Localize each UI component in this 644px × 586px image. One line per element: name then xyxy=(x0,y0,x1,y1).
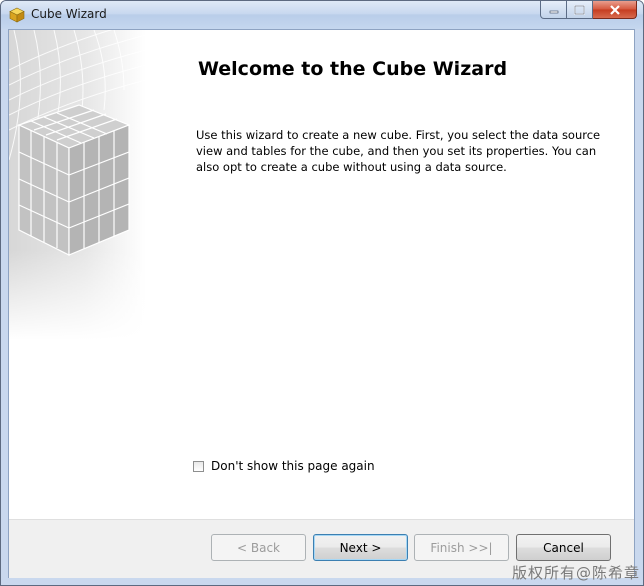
maximize-icon xyxy=(574,4,585,15)
back-button[interactable]: < Back xyxy=(211,534,306,561)
illustration-fade xyxy=(9,250,146,340)
dont-show-again-label: Don't show this page again xyxy=(211,459,375,473)
cube-wizard-window: Cube Wizard Welcome to the Cube Wizard U… xyxy=(0,0,644,586)
minimize-icon xyxy=(549,10,558,13)
watermark-text: 版权所有@陈希章 xyxy=(511,564,640,582)
page-title: Welcome to the Cube Wizard xyxy=(198,58,508,80)
page-description: Use this wizard to create a new cube. Fi… xyxy=(196,128,601,174)
close-icon xyxy=(609,4,620,15)
dont-show-again-option[interactable]: Don't show this page again xyxy=(193,459,375,473)
next-button[interactable]: Next > xyxy=(313,534,408,561)
caption-buttons xyxy=(540,1,637,21)
cube-icon xyxy=(9,7,25,23)
title-bar[interactable]: Cube Wizard xyxy=(1,1,643,29)
dont-show-again-checkbox[interactable] xyxy=(193,460,204,472)
window-title: Cube Wizard xyxy=(31,7,107,21)
minimize-button[interactable] xyxy=(540,1,567,19)
cancel-button[interactable]: Cancel xyxy=(516,534,611,561)
maximize-button[interactable] xyxy=(567,1,593,19)
close-button[interactable] xyxy=(593,1,637,19)
wizard-page: Welcome to the Cube Wizard Use this wiza… xyxy=(8,29,635,578)
finish-button[interactable]: Finish >>| xyxy=(414,534,509,561)
cube-illustration xyxy=(9,30,146,340)
